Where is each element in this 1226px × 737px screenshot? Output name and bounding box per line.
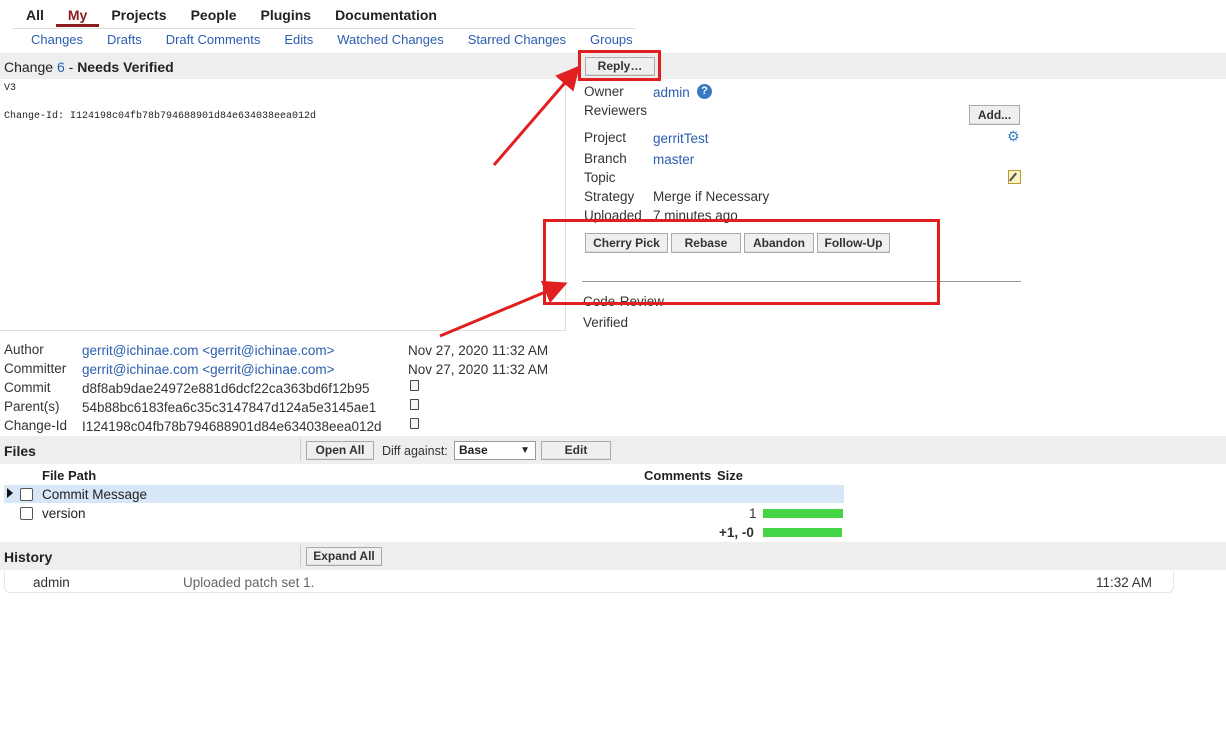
arrow-to-actions [439, 280, 568, 338]
arrow-to-reply [492, 65, 580, 166]
annotation-arrows [439, 65, 580, 338]
